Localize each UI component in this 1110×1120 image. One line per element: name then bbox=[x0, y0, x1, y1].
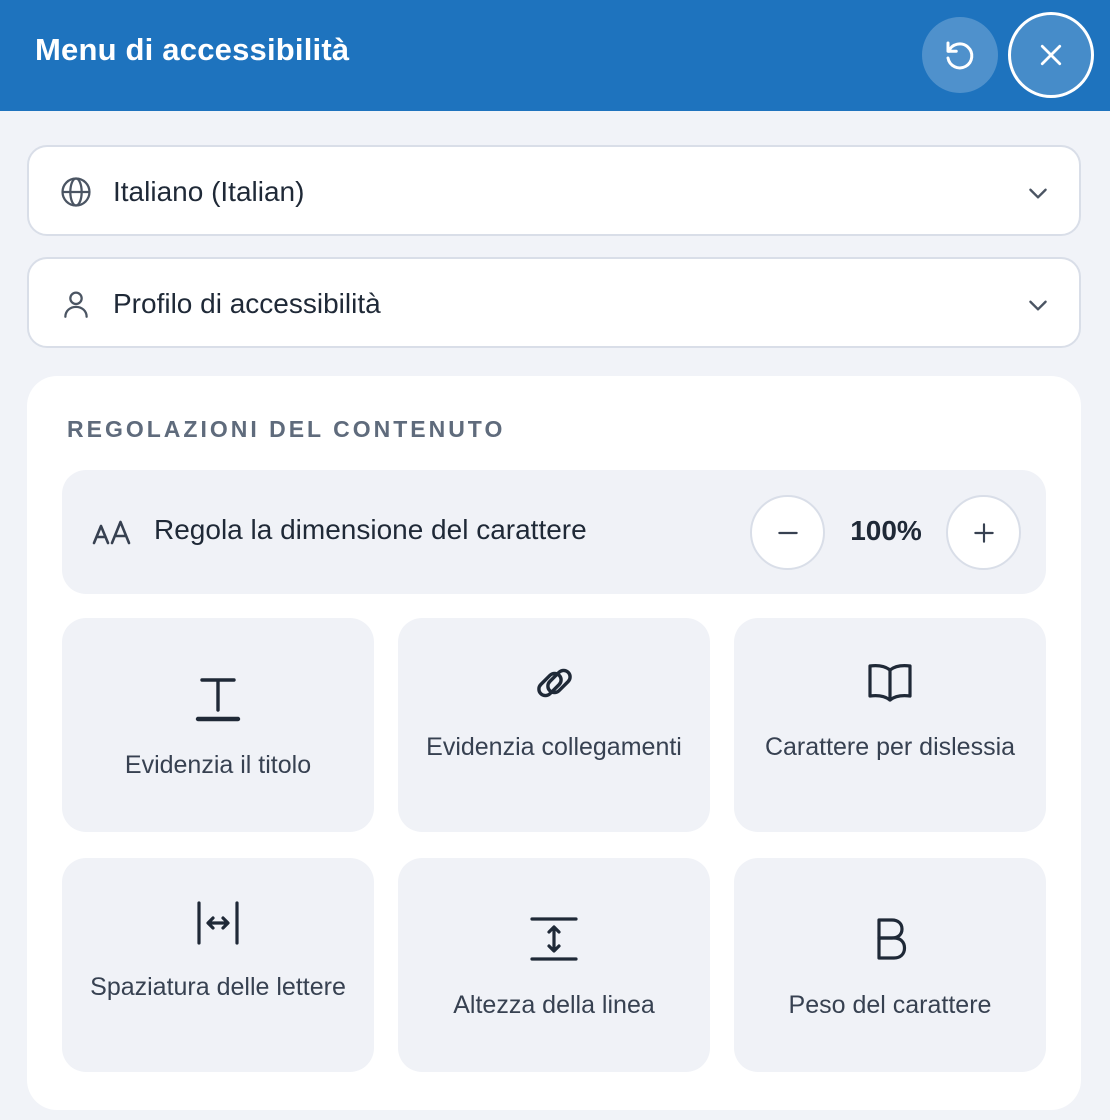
language-select[interactable]: Italiano (Italian) bbox=[27, 145, 1081, 236]
font-size-control: Regola la dimensione del carattere 100% bbox=[62, 470, 1046, 594]
highlight-links-tile[interactable]: Evidenzia collegamenti bbox=[398, 618, 710, 832]
link-icon bbox=[537, 668, 572, 698]
font-size-label: Regola la dimensione del carattere bbox=[154, 514, 587, 545]
globe-icon bbox=[61, 177, 91, 207]
reset-button[interactable] bbox=[922, 17, 998, 93]
highlight-title-icon bbox=[195, 678, 241, 722]
letter-spacing-icon bbox=[197, 901, 239, 945]
increase-font-size-button[interactable] bbox=[946, 495, 1021, 570]
chevron-down-icon bbox=[1029, 300, 1047, 311]
bold-icon bbox=[877, 918, 907, 960]
close-icon bbox=[1040, 44, 1062, 66]
decrease-font-size-button[interactable] bbox=[750, 495, 825, 570]
font-size-icon bbox=[92, 520, 131, 545]
highlight-title-tile[interactable]: Evidenzia il titolo bbox=[62, 618, 374, 832]
highlight-title-label: Evidenzia il titolo bbox=[124, 751, 312, 779]
highlight-links-label: Evidenzia collegamenti bbox=[426, 733, 682, 761]
font-size-value: 100% bbox=[850, 515, 922, 546]
accessibility-profile-select[interactable]: Profilo di accessibilità bbox=[27, 257, 1081, 348]
section-title: REGOLAZIONI DEL CONTENUTO bbox=[67, 416, 506, 442]
plus-icon bbox=[973, 522, 994, 543]
font-weight-tile[interactable]: Peso del carattere bbox=[734, 858, 1046, 1072]
close-button[interactable] bbox=[1008, 12, 1094, 98]
profile-select-value: Profilo di accessibilità bbox=[113, 288, 381, 319]
font-weight-label: Peso del carattere bbox=[788, 991, 992, 1019]
line-height-icon bbox=[530, 917, 578, 961]
dyslexia-font-tile[interactable]: Carattere per dislessia bbox=[734, 618, 1046, 832]
dyslexia-font-label: Carattere per dislessia bbox=[764, 733, 1016, 761]
letter-spacing-tile[interactable]: Spaziatura delle lettere bbox=[62, 858, 374, 1072]
line-height-tile[interactable]: Altezza della linea bbox=[398, 858, 710, 1072]
line-height-label: Altezza della linea bbox=[453, 991, 655, 1019]
menu-header: Menu di accessibilità bbox=[0, 0, 1110, 111]
letter-spacing-label: Spaziatura delle lettere bbox=[90, 973, 346, 1001]
chevron-down-icon bbox=[1029, 188, 1047, 199]
book-icon bbox=[868, 664, 912, 702]
minus-icon bbox=[777, 531, 798, 534]
language-select-value: Italiano (Italian) bbox=[113, 176, 305, 207]
reset-icon bbox=[946, 41, 974, 70]
content-adjustments-panel: REGOLAZIONI DEL CONTENUTO Regola la dime… bbox=[27, 376, 1081, 1110]
menu-title: Menu di accessibilità bbox=[35, 32, 350, 67]
user-icon bbox=[64, 291, 88, 318]
